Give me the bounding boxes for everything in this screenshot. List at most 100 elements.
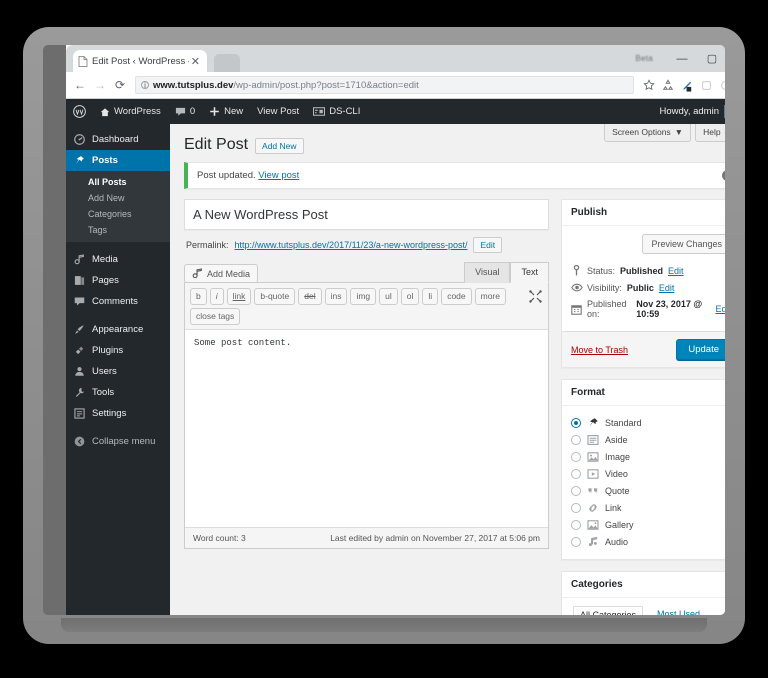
dismiss-x-icon[interactable]: ✕ [722,169,725,181]
radio-audio[interactable] [571,536,581,547]
back-arrow-icon[interactable]: ← [70,75,90,95]
tab-visual[interactable]: Visual [464,262,511,283]
tab-text[interactable]: Text [510,262,549,283]
tab-all-categories[interactable]: All Categories [573,606,644,615]
format-option-link[interactable]: Link [571,499,725,516]
radio-link[interactable] [571,502,581,513]
sidebar-item-comments[interactable]: Comments [66,291,170,312]
minimize-icon[interactable]: — [667,45,697,72]
sidebar-item-dashboard[interactable]: Dashboard [66,129,170,150]
quicktag-more[interactable]: more [474,288,506,305]
wordpress-logo-icon[interactable] [66,99,93,124]
reload-icon[interactable]: ⟳ [110,75,130,95]
wp-admin-bar-comments[interactable]: 0 [168,99,202,124]
sidebar-item-collapse-menu[interactable]: Collapse menu [66,431,170,452]
post-content-textarea[interactable]: Some post content. [185,329,548,527]
notice-text: Post updated. [197,170,256,181]
sidebar-item-categories[interactable]: Categories [66,206,170,222]
admin-content: Screen Options ▼ Help ▼ Edit Post Add Ne… [170,124,725,615]
format-option-audio[interactable]: Audio [571,533,725,550]
permalink-url[interactable]: http://www.tutsplus.dev/2017/11/23/a-new… [235,240,468,250]
edit-date-link[interactable]: Edit [715,304,725,314]
tab-most-used[interactable]: Most Used [655,606,702,615]
format-option-quote[interactable]: Quote [571,482,725,499]
help-button[interactable]: Help ▼ [695,124,725,142]
radio-aside[interactable] [571,434,581,445]
toggle-up-icon[interactable]: ▲ [724,581,725,588]
quicktag-ins[interactable]: ins [324,288,348,305]
bookmark-star-icon[interactable] [640,76,658,94]
move-to-trash-link[interactable]: Move to Trash [571,345,628,355]
sidebar-item-appearance[interactable]: Appearance [66,319,170,340]
format-box-header[interactable]: Format ▲ [562,380,725,406]
wp-admin-bar-my-account[interactable]: Howdy, admin [660,99,725,124]
format-option-standard[interactable]: Standard [571,414,725,431]
view-post-link[interactable]: View post [258,170,299,181]
format-option-aside[interactable]: Aside [571,431,725,448]
sidebar-item-posts[interactable]: Posts [66,150,176,171]
sidebar-item-tools[interactable]: Tools [66,382,170,403]
address-bar[interactable]: i www.tutsplus.dev /wp-admin/post.php?po… [135,76,634,94]
circle-extension-icon[interactable] [716,76,725,94]
format-label: Image [605,451,631,462]
sidebar-item-media[interactable]: Media [66,249,170,270]
preview-changes-button[interactable]: Preview Changes [642,234,725,254]
add-media-button[interactable]: Add Media [184,264,259,283]
toggle-up-icon[interactable]: ▲ [724,209,725,216]
format-option-video[interactable]: Video [571,465,725,482]
wp-admin-bar-view-post[interactable]: View Post [250,99,306,124]
quicktag-b-quote[interactable]: b-quote [254,288,296,305]
quicktag-i[interactable]: i [209,288,224,305]
publish-box-header[interactable]: Publish ▲ [562,200,725,226]
quicktag-ul[interactable]: ul [379,288,398,305]
recycle-extension-icon[interactable] [659,76,677,94]
edit-status-link[interactable]: Edit [668,266,684,276]
sidebar-item-settings[interactable]: Settings [66,403,170,424]
quicktag-close-tags[interactable]: close tags [190,308,241,325]
grid-extension-icon[interactable] [697,76,715,94]
visibility-label: Visibility: [587,282,622,293]
add-new-button[interactable]: Add New [255,138,304,154]
sidebar-item-add-new-post[interactable]: Add New [66,190,170,206]
sidebar-item-users[interactable]: Users [66,361,170,382]
radio-standard[interactable] [571,417,581,428]
format-option-image[interactable]: Image [571,448,725,465]
aside-icon [587,434,599,446]
maximize-icon[interactable]: ▢ [697,45,725,72]
new-tab-icon[interactable] [214,54,240,72]
close-icon[interactable]: ✕ [189,55,202,68]
quicktag-img[interactable]: img [350,288,377,305]
edit-visibility-link[interactable]: Edit [659,283,675,293]
sidebar-item-all-posts[interactable]: All Posts [66,174,170,190]
sidebar-item-tags[interactable]: Tags [66,222,170,238]
toggle-up-icon[interactable]: ▲ [724,389,725,396]
sidebar-item-plugins[interactable]: Plugins [66,340,170,361]
quicktag-code[interactable]: code [441,288,472,305]
radio-quote[interactable] [571,485,581,496]
sidebar-item-pages[interactable]: Pages [66,270,170,291]
wp-admin-bar-new[interactable]: New [202,99,250,124]
device-chin [61,618,707,632]
quicktag-ol[interactable]: ol [400,288,420,305]
browser-tab[interactable]: Edit Post ‹ WordPress — ✕ [73,50,207,72]
radio-gallery[interactable] [571,519,581,530]
categories-box-header[interactable]: Categories ▲ [562,572,725,598]
pen-extension-icon[interactable] [678,76,696,94]
quicktag-li[interactable]: li [422,288,439,305]
wp-admin-bar-site-name[interactable]: WordPress [93,99,168,124]
radio-video[interactable] [571,468,581,479]
forward-arrow-icon[interactable]: → [90,75,110,95]
radio-image[interactable] [571,451,581,462]
quicktag-link[interactable]: link [226,288,252,305]
publish-date-row: Published on: Nov 23, 2017 @ 10:59 Edit [571,296,725,322]
update-button[interactable]: Update [676,339,725,360]
fullscreen-icon[interactable] [529,290,542,303]
wp-admin-bar-ds-cli[interactable]: DS-CLI [306,99,367,124]
quicktag-del[interactable]: del [298,288,322,305]
edit-permalink-button[interactable]: Edit [473,237,503,253]
device-frame: Edit Post ‹ WordPress — ✕ Beta — ▢ ✕ ← →… [23,27,745,644]
format-option-gallery[interactable]: Gallery [571,516,725,533]
quicktag-b[interactable]: b [190,288,207,305]
post-title-input[interactable]: A New WordPress Post [184,199,549,230]
screen-options-button[interactable]: Screen Options ▼ [604,124,692,142]
